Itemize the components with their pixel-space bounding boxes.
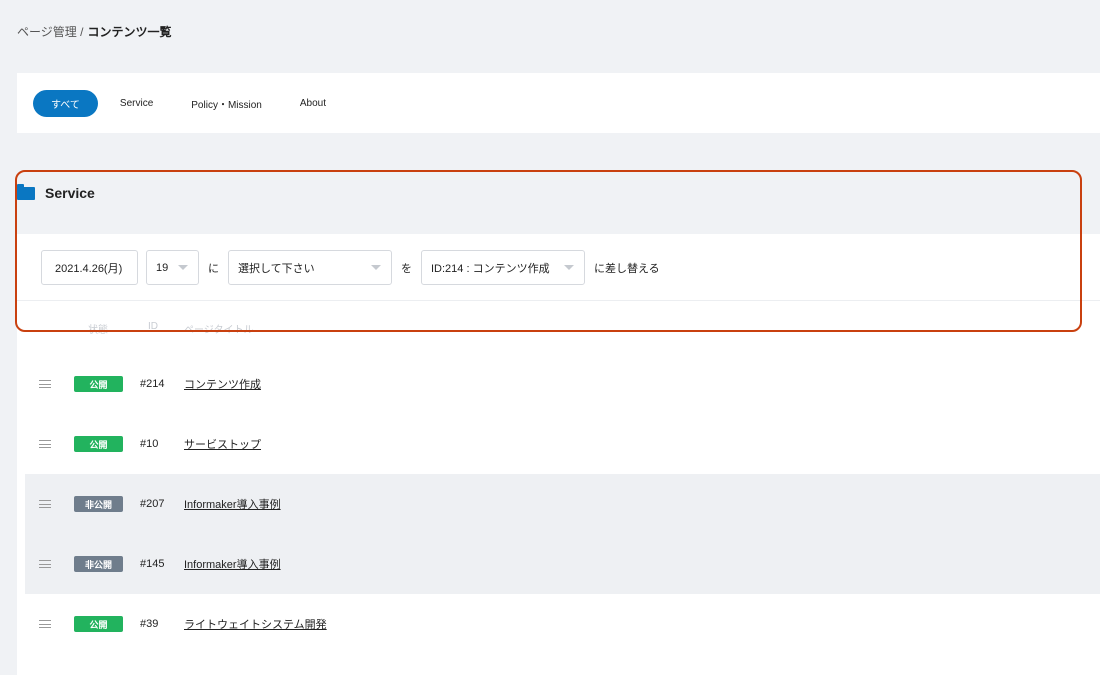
category-tab-bar: すべて Service Policy・Mission About bbox=[17, 73, 1100, 133]
highlight-frame bbox=[15, 170, 1082, 332]
breadcrumb-current: コンテンツ一覧 bbox=[87, 25, 172, 39]
table-row: 公開 #214 コンテンツ作成 bbox=[25, 354, 1100, 414]
table-row: 公開 #10 サービストップ bbox=[25, 414, 1100, 474]
row-title-link[interactable]: Informaker導入事例 bbox=[184, 496, 281, 512]
drag-handle-icon[interactable] bbox=[39, 380, 51, 388]
tab-all[interactable]: すべて bbox=[33, 89, 98, 117]
status-badge: 公開 bbox=[74, 436, 123, 452]
drag-handle-icon[interactable] bbox=[39, 440, 51, 448]
status-badge: 公開 bbox=[74, 616, 123, 632]
tab-service[interactable]: Service bbox=[120, 98, 153, 109]
row-id: #10 bbox=[140, 438, 159, 450]
row-title-link[interactable]: Informaker導入事例 bbox=[184, 556, 281, 572]
drag-handle-icon[interactable] bbox=[39, 560, 51, 568]
row-id: #145 bbox=[140, 558, 165, 570]
status-badge: 非公開 bbox=[74, 496, 123, 512]
table-row: 非公開 #145 Informaker導入事例 bbox=[25, 534, 1100, 594]
row-title-link[interactable]: サービストップ bbox=[184, 436, 261, 452]
row-id: #39 bbox=[140, 618, 159, 630]
row-id: #207 bbox=[140, 498, 165, 510]
status-badge: 公開 bbox=[74, 376, 123, 392]
breadcrumb: ページ管理 / コンテンツ一覧 bbox=[17, 23, 171, 40]
drag-handle-icon[interactable] bbox=[39, 500, 51, 508]
row-title-link[interactable]: コンテンツ作成 bbox=[184, 376, 261, 392]
tab-policy-mission[interactable]: Policy・Mission bbox=[191, 96, 262, 111]
drag-handle-icon[interactable] bbox=[39, 620, 51, 628]
page-list: 公開 #214 コンテンツ作成 公開 #10 サービストップ 非公開 #207 … bbox=[25, 354, 1100, 654]
row-id: #214 bbox=[140, 378, 165, 390]
breadcrumb-parent[interactable]: ページ管理 / bbox=[17, 23, 83, 40]
tab-about[interactable]: About bbox=[300, 98, 326, 109]
row-title-link[interactable]: ライトウェイトシステム開発 bbox=[184, 616, 327, 632]
table-row: 非公開 #207 Informaker導入事例 bbox=[25, 474, 1100, 534]
table-row: 公開 #39 ライトウェイトシステム開発 bbox=[25, 594, 1100, 654]
status-badge: 非公開 bbox=[74, 556, 123, 572]
